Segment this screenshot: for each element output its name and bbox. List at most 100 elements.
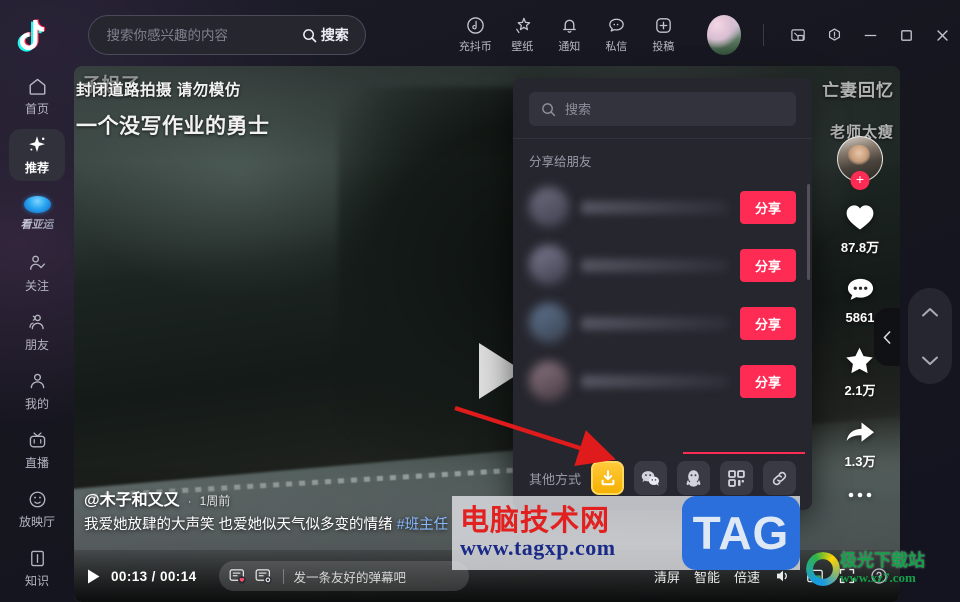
sidebar-item-home[interactable]: 首页 xyxy=(9,70,65,122)
list-item[interactable]: 分享 xyxy=(525,352,800,410)
asian-games-icon xyxy=(23,196,51,214)
friend-avatar xyxy=(529,245,569,285)
wallpaper-star-icon xyxy=(515,17,531,34)
share-friend-list[interactable]: 分享 分享 分享 分享 xyxy=(513,178,812,446)
comment-button[interactable]: 5861 xyxy=(845,276,876,325)
watermark-primary: 电脑技术网 www.tagxp.com TAG xyxy=(452,496,800,570)
collect-button[interactable]: 2.1万 xyxy=(844,345,876,399)
share-count: 1.3万 xyxy=(844,454,876,469)
jiguang-logo-icon xyxy=(806,552,840,586)
share-friend-button[interactable]: 分享 xyxy=(739,248,796,282)
share-list-scrollbar[interactable] xyxy=(807,184,810,280)
share-search-input[interactable] xyxy=(565,101,784,117)
video-overlay-line1: 封闭道路拍摄 请勿模仿 xyxy=(76,82,241,99)
close-button[interactable] xyxy=(924,18,960,52)
share-qrcode-button[interactable] xyxy=(720,461,754,495)
minimize-button[interactable] xyxy=(852,18,888,52)
star-icon xyxy=(846,347,874,374)
player-time: 00:13 / 00:14 xyxy=(111,568,197,584)
mini-window-icon xyxy=(790,28,805,41)
danmaku-heart-toggle[interactable] xyxy=(229,568,247,585)
knowledge-icon xyxy=(30,551,44,567)
share-friend-button[interactable]: 分享 xyxy=(739,190,796,224)
more-options-button[interactable] xyxy=(846,490,874,500)
sidebar-item-home-label: 首页 xyxy=(24,101,49,116)
top-bar: 搜索 充抖币 壁纸 xyxy=(0,0,960,70)
window-controls xyxy=(780,18,960,52)
share-friend-button[interactable]: 分享 xyxy=(739,306,796,340)
author-name[interactable]: @木子和又又 xyxy=(84,486,180,510)
video-hashtag[interactable]: #班主任 xyxy=(397,517,449,533)
danmaku-input-bar[interactable]: 发一条友好的弹幕吧 xyxy=(218,561,469,591)
mini-window-button[interactable] xyxy=(780,18,816,52)
sidebar-item-asian-games[interactable]: 看亚运 xyxy=(9,188,65,240)
friends-icon xyxy=(28,314,44,330)
maximize-button[interactable] xyxy=(888,18,924,52)
list-item[interactable]: 分享 xyxy=(525,294,800,352)
search-input[interactable] xyxy=(106,27,294,43)
collect-count: 2.1万 xyxy=(844,383,876,398)
author-avatar[interactable]: + xyxy=(837,136,883,190)
nav-item-notifications[interactable]: 通知 xyxy=(546,16,593,54)
avatar[interactable] xyxy=(706,15,742,55)
watermark-tag-badge: TAG xyxy=(682,496,800,570)
sidebar-item-following-label: 关注 xyxy=(24,278,49,293)
share-wechat-button[interactable] xyxy=(634,461,668,495)
list-item[interactable]: 分享 xyxy=(525,236,800,294)
topbar-divider xyxy=(763,24,764,46)
danmaku-settings-toggle[interactable] xyxy=(255,568,273,585)
nav-item-recharge[interactable]: 充抖币 xyxy=(452,16,499,54)
share-section-title: 分享给朋友 xyxy=(529,155,592,169)
share-friend-button[interactable]: 分享 xyxy=(739,364,796,398)
follow-button[interactable]: + xyxy=(850,171,870,190)
video-caption-text: 我爱她放肆的大声笑 也爱她似天气似多变的情绪 xyxy=(84,517,397,534)
qrcode-icon xyxy=(728,469,745,487)
sidebar-item-following[interactable]: 关注 xyxy=(9,247,65,299)
friend-name xyxy=(581,258,728,272)
share-button[interactable]: 1.3万 xyxy=(844,419,876,470)
close-icon xyxy=(936,29,948,41)
sidebar-item-mine-label: 我的 xyxy=(24,397,49,412)
nav-item-wallpaper[interactable]: 壁纸 xyxy=(499,16,546,54)
nav-item-messages[interactable]: 私信 xyxy=(593,16,640,54)
nav-item-upload[interactable]: 投稿 xyxy=(640,16,687,54)
feedback-button[interactable] xyxy=(816,18,852,52)
sidebar-item-friends[interactable]: 朋友 xyxy=(9,306,65,358)
share-copy-link-button[interactable] xyxy=(763,461,796,495)
sidebar-item-recommend-label: 推荐 xyxy=(24,161,49,176)
sidebar-item-cinema[interactable]: 放映厅 xyxy=(9,484,65,536)
previous-video-button[interactable] xyxy=(910,290,950,334)
sidebar-item-mine[interactable]: 我的 xyxy=(9,366,65,418)
download-save-button[interactable] xyxy=(591,461,625,495)
chevron-up-icon xyxy=(922,307,938,316)
player-play-button[interactable] xyxy=(86,568,101,585)
friend-name xyxy=(581,316,728,330)
search-button[interactable]: 搜索 xyxy=(294,21,359,49)
share-qq-button[interactable] xyxy=(677,461,711,495)
collapse-panel-button[interactable] xyxy=(874,308,900,366)
user-icon xyxy=(30,373,44,389)
next-video-button[interactable] xyxy=(910,338,950,382)
bell-icon xyxy=(562,19,576,33)
search-icon xyxy=(542,102,556,116)
author-separator: · xyxy=(187,494,192,509)
annotation-underline xyxy=(683,451,805,454)
sidebar-item-knowledge[interactable]: 知识 xyxy=(9,543,65,595)
douyin-logo-icon[interactable] xyxy=(0,0,64,70)
download-save-icon xyxy=(601,470,614,486)
watermark-primary-title: 电脑技术网 xyxy=(460,502,611,537)
share-search-box[interactable] xyxy=(529,92,796,126)
sidebar-item-recommend[interactable]: 推荐 xyxy=(9,129,65,182)
danmaku-heart-icon xyxy=(229,568,246,584)
danmaku-placeholder[interactable]: 发一条友好的弹幕吧 xyxy=(294,567,407,586)
watermark-secondary-url: www.xz7.com xyxy=(840,569,916,585)
like-button[interactable]: 87.8万 xyxy=(841,202,879,256)
search-button-label: 搜索 xyxy=(320,27,349,43)
global-search-box[interactable]: 搜索 xyxy=(87,15,366,55)
video-overlay-title: 子姐了 封闭道路拍摄 请勿模仿 一个没写作业的勇士 xyxy=(76,75,476,140)
friend-avatar xyxy=(529,361,569,401)
chat-bubble-icon xyxy=(609,18,624,32)
sidebar-item-live[interactable]: 直播 xyxy=(9,425,65,477)
list-item[interactable]: 分享 xyxy=(525,178,800,236)
nav-item-notifications-label: 通知 xyxy=(558,41,581,53)
